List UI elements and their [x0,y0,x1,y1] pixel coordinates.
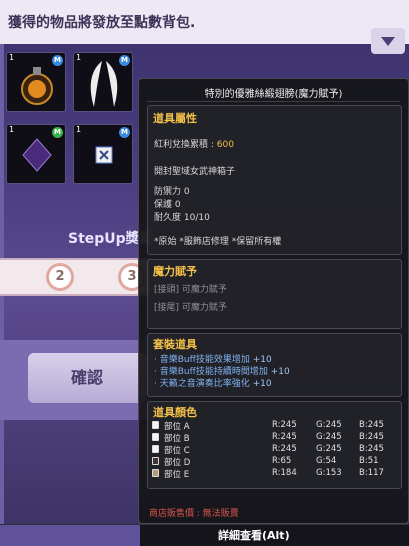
set-bonus: · 天籟之音演奏比率強化 +10 [154,379,272,389]
reward-slot[interactable]: 1 M [6,124,66,184]
g-value: G:245 [316,420,342,430]
set-header: 套裝道具 [153,338,197,351]
seal-text: 開封聖域女武神箱子 [154,167,236,177]
b-value: B:245 [359,432,384,442]
defense-row: 防禦力 0 [154,184,190,197]
enchant-section: 魔力賦予 [接頭] 可魔力賦予 [接尾] 可魔力賦予 [147,259,402,329]
swatch-icon [152,433,159,441]
g-value: G:245 [316,432,342,442]
b-value: B:117 [359,468,384,478]
reward-slot[interactable]: 1 M [73,52,133,112]
attributes-section: 道具屬性 紅利兌換累積 : 600 開封聖域女武神箱子 防禦力 0 保護 0 耐… [147,105,402,255]
reward-slot[interactable]: 1 M [73,124,133,184]
protect-row: 保護 0 [154,197,181,210]
slot-badge: M [119,55,130,66]
protect-value: 0 [174,200,181,210]
slot-badge: M [52,55,63,66]
g-value: G:245 [316,444,342,454]
part-label: 部位 E [164,470,190,480]
slot-qty: 1 [76,125,82,134]
detail-view-button[interactable]: 詳細查看(Alt) [210,528,298,544]
r-value: R:245 [272,444,297,454]
b-value: B:245 [359,420,384,430]
chevron-down-icon[interactable] [371,28,405,54]
enchant-header: 魔力賦予 [153,265,197,278]
swatch-icon [152,469,159,477]
defense-value: 0 [183,187,190,197]
b-value: B:245 [359,444,384,454]
set-section: 套裝道具 · 音樂Buff技能效果增加 +10 · 音樂Buff技能持續時間增加… [147,333,402,397]
slot-qty: 1 [76,53,82,62]
slot-badge: M [52,127,63,138]
part-label: 部位 B [164,434,190,444]
reward-notice-text: 獲得的物品將發放至點數背包. [8,15,196,31]
g-value: G:153 [316,468,342,478]
defense-label: 防禦力 [154,187,182,197]
r-value: R:245 [272,432,297,442]
durability-label: 耐久度 [154,213,182,223]
shop-sale-price: 商店販售價 : 無法販賣 [149,509,239,519]
r-value: R:184 [272,468,297,478]
color-row: 部位 B R:245 G:245 B:245 [152,432,402,444]
color-row: 部位 C R:245 G:245 B:245 [152,444,402,456]
item-flags: *原始 *服飾店修理 *保留所有權 [154,237,282,247]
part-label: 部位 A [164,422,190,432]
attributes-header: 道具屬性 [153,112,197,125]
r-value: R:65 [272,456,292,466]
swatch-icon [152,457,159,465]
points-row: 紅利兌換累積 : 600 [154,137,234,150]
bottom-bar: 詳細查看(Alt) [0,524,409,546]
color-row: 部位 D R:65 G:54 B:51 [152,456,402,468]
g-value: G:54 [316,456,337,466]
reward-notice-bar: 獲得的物品將發放至點數背包. [0,0,409,44]
part-label: 部位 D [164,458,191,468]
durability-row: 耐久度 10/10 [154,210,210,223]
bottom-left-panel [0,525,140,546]
slot-qty: 1 [9,53,15,62]
points-label: 紅利兌換累積 : [154,140,214,150]
enchant-prefix: [接頭] 可魔力賦予 [154,285,227,295]
slot-badge: M [119,127,130,138]
r-value: R:245 [272,420,297,430]
color-row: 部位 A R:245 G:245 B:245 [152,420,402,432]
b-value: B:51 [359,456,379,466]
color-header: 道具顏色 [153,406,197,419]
color-section: 道具顏色 部位 A R:245 G:245 B:245 部位 B R:245 G… [147,401,402,489]
slot-qty: 1 [9,125,15,134]
color-row: 部位 E R:184 G:153 B:117 [152,468,402,480]
confirm-button[interactable]: 確認 [28,353,146,403]
part-label: 部位 C [164,446,190,456]
set-bonus-value: +10 [252,379,272,389]
divider [147,101,400,102]
swatch-icon [152,421,159,429]
enchant-suffix: [接尾] 可魔力賦予 [154,303,227,313]
item-title: 特別的優雅絲緞翅膀(魔力賦予) [204,89,343,100]
protect-label: 保護 [154,200,173,210]
swatch-icon [152,445,159,453]
reward-slot[interactable]: 1 M [6,52,66,112]
step-2[interactable]: 2 [46,263,74,291]
durability-value: 10/10 [183,213,210,223]
set-bonus-value: +10 [270,367,290,377]
set-bonus-text: 天籟之音演奏比率強化 [159,379,250,389]
item-tooltip: 特別的優雅絲緞翅膀(魔力賦予) 道具屬性 紅利兌換累積 : 600 開封聖域女武… [138,78,409,524]
points-value: 600 [216,140,234,150]
